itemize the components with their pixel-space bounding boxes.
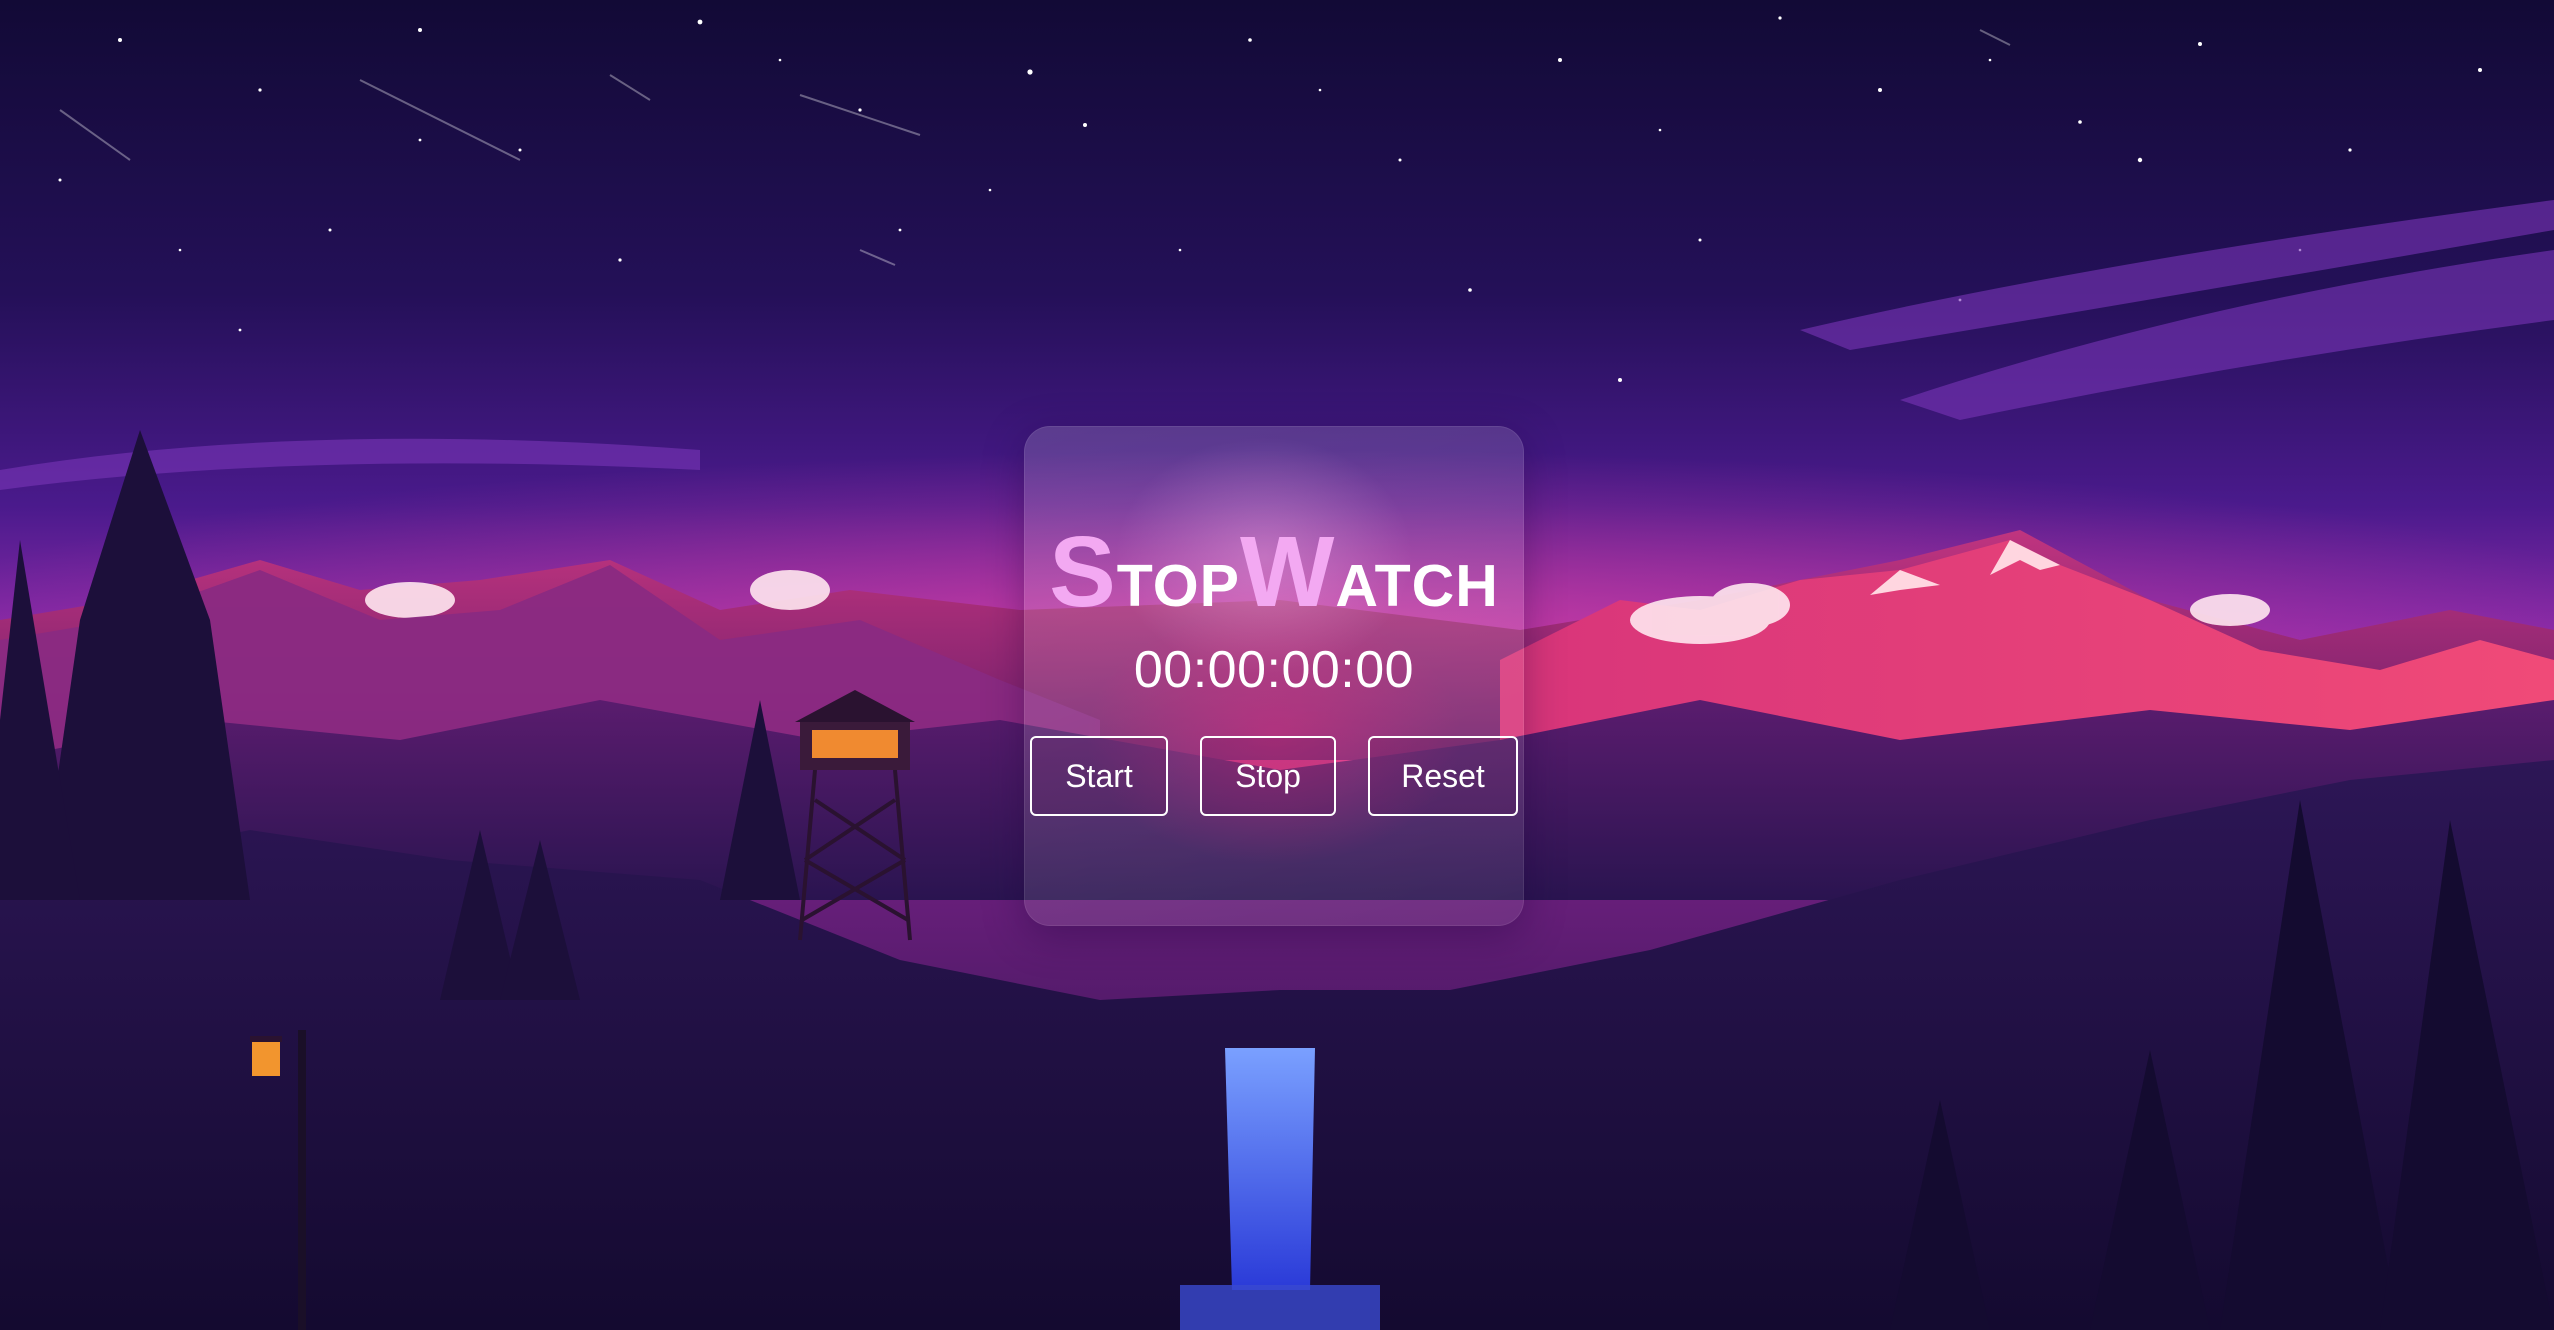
reset-button[interactable]: Reset — [1368, 736, 1518, 816]
stop-button[interactable]: Stop — [1200, 736, 1336, 816]
stopwatch-card: StopWatch 00:00:00:00 Start Stop Reset — [1024, 426, 1524, 926]
title-initial-w: W — [1240, 516, 1336, 628]
title-initial-s: S — [1049, 516, 1117, 628]
title-rest-atch: atch — [1335, 530, 1499, 624]
time-display: 00:00:00:00 — [1133, 641, 1415, 699]
title-rest-top: top — [1116, 530, 1241, 624]
app-title: StopWatch — [1024, 522, 1524, 622]
start-button[interactable]: Start — [1030, 736, 1168, 816]
